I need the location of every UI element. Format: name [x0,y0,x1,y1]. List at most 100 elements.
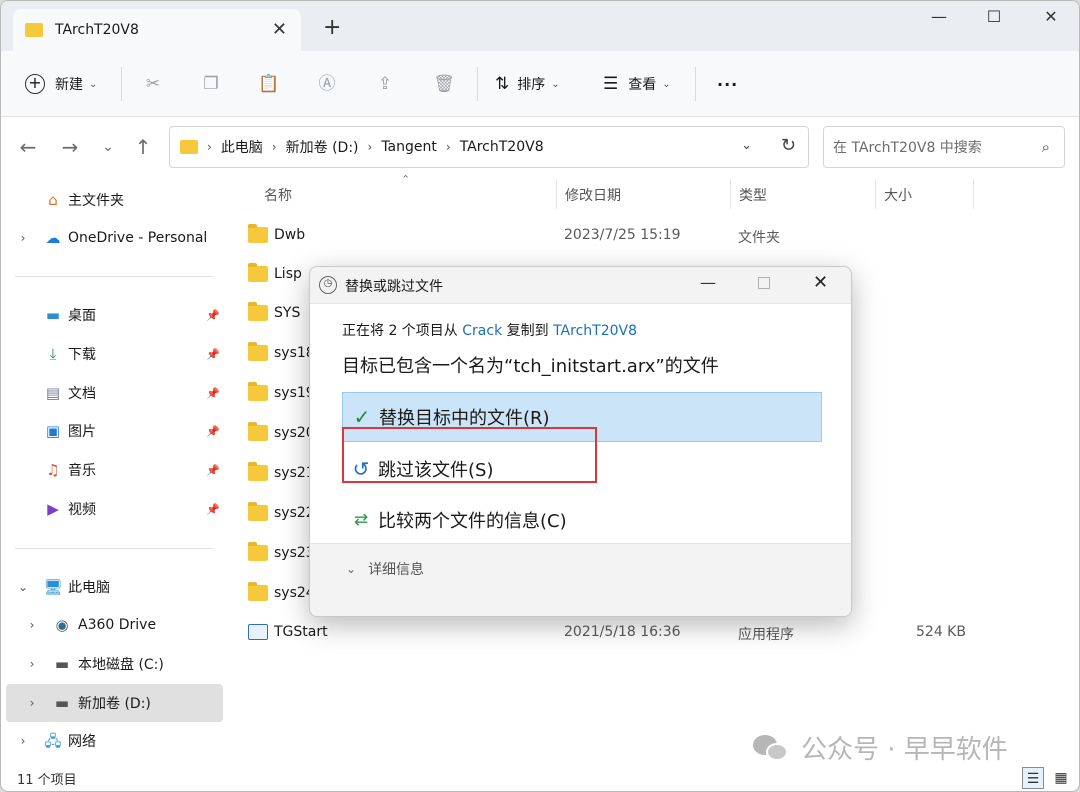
more-details-toggle[interactable]: ⌄ 详细信息 [346,559,424,579]
breadcrumb-chevron-icon: › [207,140,212,154]
pin-icon[interactable]: 📌 [206,348,220,361]
sidebar-label: 音乐 [68,463,96,479]
folder-icon [248,502,268,521]
address-bar[interactable]: › 此电脑 › 新加卷 (D:) › Tangent › TArchT20V8 … [169,126,809,168]
tiles-view-icon[interactable]: ▦ [1050,767,1072,789]
sidebar-item-a360-drive[interactable]: › ◉ A360 Drive [1,606,223,644]
application-icon [248,624,268,640]
target-folder-link[interactable]: TArchT20V8 [553,323,637,339]
sidebar-label: 图片 [68,424,96,440]
breadcrumb-chevron-icon: › [445,140,451,154]
dialog-close-button[interactable]: ✕ [813,272,828,293]
sidebar-item-network[interactable]: › 🖧 网络 [1,722,223,760]
column-divider[interactable] [875,179,876,209]
column-divider[interactable] [556,179,557,209]
clipboard-icon: 📋 [258,74,280,94]
sidebar-item-videos[interactable]: ▶ 视频 📌 [1,490,223,528]
copy-button[interactable]: ❐ [200,51,222,117]
delete-button[interactable]: 🗑 [433,51,455,117]
sidebar-label: 本地磁盘 (C:) [78,657,164,673]
more-options-button[interactable]: ··· [717,51,738,117]
pin-icon[interactable]: 📌 [206,309,220,322]
replace-option[interactable]: ✓ 替换目标中的文件(R) [342,392,822,442]
sidebar-item-music[interactable]: ♫ 音乐 📌 [1,451,223,489]
details-view-icon[interactable]: ☰ [1022,767,1044,789]
pin-icon[interactable]: 📌 [206,503,220,516]
file-row[interactable]: TGStart 2021/5/18 16:36 应用程序 524 KB [246,614,1056,652]
folder-icon [248,302,268,321]
column-header-name[interactable]: 名称 [264,179,292,211]
pin-icon[interactable]: 📌 [206,425,220,438]
rename-button[interactable]: Ⓐ [316,51,338,117]
expand-chevron-icon[interactable]: › [25,618,39,632]
undo-arrow-icon: ↺ [352,457,370,481]
sidebar-item-desktop[interactable]: ▬ 桌面 📌 [1,296,223,334]
sidebar-label: 文档 [68,386,96,402]
search-box[interactable]: 在 TArchT20V8 中搜索 ⌕ [823,126,1065,168]
minimize-button[interactable]: — [919,7,959,26]
address-dropdown-icon[interactable]: ⌄ [741,138,752,153]
expand-chevron-icon[interactable]: › [25,657,39,671]
column-divider[interactable] [973,179,974,209]
new-button[interactable]: + 新建 ⌄ [25,51,97,117]
expand-chevron-icon[interactable]: › [16,734,30,748]
message-text: 复制到 [502,323,554,339]
back-arrow-icon[interactable]: ← [13,135,43,159]
pin-icon[interactable]: 📌 [206,387,220,400]
expand-chevron-icon[interactable]: › [25,696,39,710]
drive-icon: ▬ [54,655,70,673]
sidebar-item-pictures[interactable]: ▣ 图片 📌 [1,412,223,450]
cut-button[interactable]: ✂ [142,51,164,117]
sidebar-item-drive-c[interactable]: › ▬ 本地磁盘 (C:) [1,645,223,683]
view-list-icon: ☰ [603,74,619,94]
sidebar-item-home[interactable]: ⌂ 主文件夹 [1,181,223,219]
file-name: Lisp [274,266,302,282]
sidebar-item-downloads[interactable]: ⤓ 下载 📌 [1,335,223,373]
tab-tarchT20v8[interactable]: TArchT20V8 ✕ [13,9,301,51]
collapse-chevron-icon[interactable]: ⌄ [16,580,30,594]
sort-label: 排序 [517,77,546,93]
sidebar-item-drive-d[interactable]: › ▬ 新加卷 (D:) [6,684,223,722]
file-size: 524 KB [916,624,966,640]
up-arrow-icon[interactable]: ↑ [128,135,158,159]
sidebar-item-onedrive[interactable]: › ☁ OneDrive - Personal [1,219,223,257]
column-header-size[interactable]: 大小 [884,179,912,211]
compare-option[interactable]: ⇄ 比较两个文件的信息(C) [342,495,822,545]
refresh-icon[interactable]: ↻ [781,135,796,156]
breadcrumb-this-pc[interactable]: 此电脑 [221,137,263,157]
paste-button[interactable]: 📋 [258,51,280,117]
sidebar-item-this-pc[interactable]: ⌄ 🖥 此电脑 [1,568,223,606]
folder-icon [25,23,43,37]
column-header-date[interactable]: 修改日期 [565,179,621,211]
breadcrumb-chevron-icon: › [367,140,373,154]
source-folder-link[interactable]: Crack [462,323,502,339]
expand-chevron-icon[interactable]: › [16,231,30,245]
breadcrumb-drive-d[interactable]: 新加卷 (D:) [286,137,359,157]
maximize-button[interactable]: ☐ [974,7,1014,26]
sidebar-item-documents[interactable]: ▤ 文档 📌 [1,374,223,412]
dialog-minimize-button[interactable]: — [700,273,716,292]
breadcrumb-tangent[interactable]: Tangent [381,139,437,155]
view-button[interactable]: ☰ 查看 ⌄ [603,51,671,117]
share-button[interactable]: ⇪ [374,51,396,117]
trash-icon: 🗑 [433,74,455,94]
folder-icon [180,140,198,154]
plus-circle-icon: + [25,74,45,94]
breadcrumb-tarch[interactable]: TArchT20V8 [460,139,544,155]
skip-option[interactable]: ↺ 跳过该文件(S) [342,444,822,494]
scissors-icon: ✂ [145,74,161,94]
music-icon: ♫ [46,461,60,479]
computer-icon: 🖥 [43,578,63,596]
file-row[interactable]: Dwb 2023/7/25 15:19 文件夹 [246,217,1056,255]
new-tab-button[interactable]: + [323,17,341,39]
file-type: 文件夹 [738,230,780,246]
sort-button[interactable]: ⇅ 排序 ⌄ [495,51,560,117]
column-divider[interactable] [730,179,731,209]
column-header-type[interactable]: 类型 [739,179,767,211]
tab-close-icon[interactable]: ✕ [272,19,287,40]
close-window-button[interactable]: ✕ [1031,7,1071,26]
pin-icon[interactable]: 📌 [206,464,220,477]
forward-arrow-icon[interactable]: → [55,135,85,159]
recent-locations-chevron-icon[interactable]: ⌄ [93,139,123,155]
sidebar-label: 主文件夹 [68,193,124,209]
